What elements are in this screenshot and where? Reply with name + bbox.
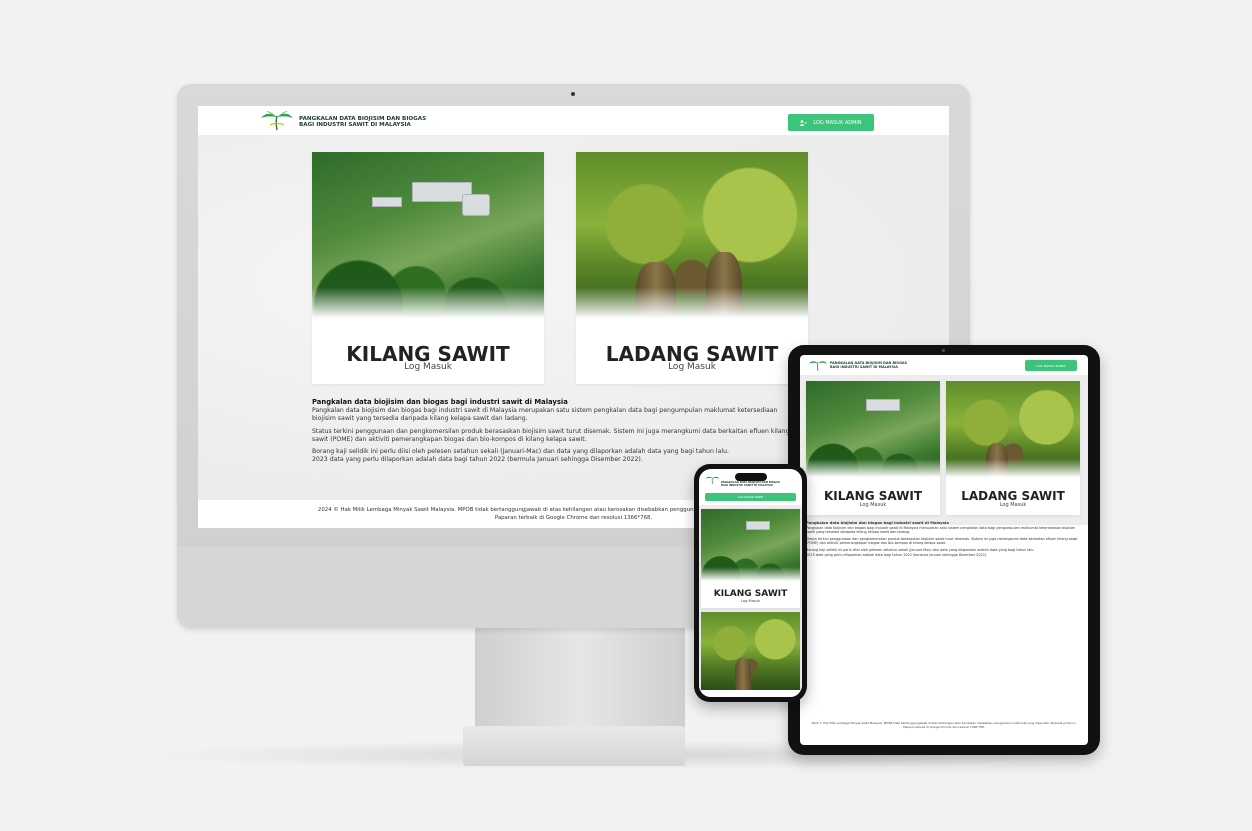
palm-tree-image: [946, 381, 1080, 485]
palm-tree-image: [701, 612, 800, 690]
tablet-camera: [942, 349, 945, 352]
factory-building: [746, 521, 770, 530]
imac-stand-foot: [463, 726, 685, 766]
phone-kilang-login[interactable]: Log Masuk: [701, 599, 800, 603]
palm-tree-image: [576, 152, 808, 332]
phone-kilang-card[interactable]: KILANG SAWIT Log Masuk: [701, 509, 800, 608]
site-title-line2: BAGI INDUSTRI SAWIT DI MALAYSIA: [299, 122, 411, 128]
tablet-body: KILANG SAWIT Log Masuk LADANG SAWIT Log …: [800, 375, 1088, 525]
user-key-icon: [800, 119, 808, 126]
tablet-title-line2: BAGI INDUSTRI SAWIT DI MALAYSIA: [830, 365, 898, 369]
kilang-sawit-card[interactable]: KILANG SAWIT Log Masuk: [312, 152, 544, 384]
description-paragraph-3: Borang kaji selidik ini perlu diisi oleh…: [312, 448, 792, 464]
factory-building: [866, 399, 900, 411]
tablet-description-p2: Status terkini penggunaan dan pengkomers…: [806, 536, 1078, 546]
camera-dot: [571, 92, 575, 96]
admin-login-button[interactable]: LOG MASUK ADMIN: [788, 114, 874, 131]
factory-silo: [462, 194, 490, 216]
kilang-sawit-login[interactable]: Log Masuk: [312, 362, 544, 372]
tablet-kilang-login[interactable]: Log Masuk: [806, 502, 940, 508]
palm-leaf-logo-icon[interactable]: [705, 475, 720, 485]
tablet-ladang-card[interactable]: LADANG SAWIT Log Masuk: [946, 381, 1080, 515]
phone-site-title: PANGKALAN DATA BIOJISIM DAN BIOGAS BAGI …: [721, 481, 799, 487]
description-paragraph-1: Pangkalan data biojisim dan biogas bagi …: [312, 407, 778, 423]
tablet-admin-login-button[interactable]: LOG MASUK ADMIN: [1025, 360, 1077, 371]
description-section: Pangkalan data biojisim dan biogas bagi …: [312, 398, 792, 468]
tablet-website: PANGKALAN DATA BIOJISIM DAN BIOGAS BAGI …: [800, 355, 1088, 745]
tablet-ladang-login[interactable]: Log Masuk: [946, 502, 1080, 508]
palm-leaf-logo-icon[interactable]: [808, 359, 828, 372]
description-paragraph-2: Status terkini penggunaan dan pengkomers…: [312, 427, 790, 443]
description-heading: Pangkalan data biojisim dan biogas bagi …: [312, 398, 568, 406]
image-fade: [576, 287, 808, 332]
tablet-footer: 2024 © Hak Milik Lembaga Minyak Sawit Ma…: [806, 721, 1082, 729]
phone-title-line2: BAGI INDUSTRI SAWIT DI MALAYSIA: [721, 484, 773, 487]
factory-aerial-image: [701, 509, 800, 587]
tablet-footer-browser-note: Paparan terbaik di Google Chrome dan res…: [903, 725, 985, 729]
tablet-site-title: PANGKALAN DATA BIOJISIM DAN BIOGAS BAGI …: [830, 361, 907, 369]
palm-trunk: [735, 658, 751, 690]
phone-notch: [735, 473, 767, 481]
tablet-description-p4: 2023 data yang perlu dilaporkan adalah d…: [806, 552, 988, 557]
description-paragraph-3-line1: Borang kaji selidik ini perlu diisi oleh…: [312, 448, 729, 456]
image-fade: [806, 459, 940, 485]
phone-admin-login-button[interactable]: LOG MASUK ADMIN: [705, 493, 796, 501]
phone-admin-login-label: LOG MASUK ADMIN: [737, 495, 764, 499]
image-fade: [946, 459, 1080, 485]
tablet-description: Pangkalan data biojisim dan biogas bagi …: [806, 520, 1078, 557]
description-paragraph-3-line2: 2023 data yang perlu dilaporkan adalah d…: [312, 456, 643, 464]
tablet-ladang-title: LADANG SAWIT: [961, 489, 1065, 503]
tablet-description-p1: Pangkalan data biojisim dan biogas bagi …: [806, 525, 1076, 535]
image-fade: [701, 567, 800, 587]
image-fade: [312, 287, 544, 332]
phone-body: KILANG SAWIT Log Masuk: [699, 505, 802, 697]
site-header: PANGKALAN DATA BIOJISIM DAN BIOGAS BAGI …: [198, 106, 949, 136]
palm-leaf-logo-icon[interactable]: [260, 110, 294, 132]
site-title: PANGKALAN DATA BIOJISIM DAN BIOGAS BAGI …: [299, 116, 426, 128]
phone-kilang-title: KILANG SAWIT: [713, 589, 788, 599]
factory-tank: [372, 197, 402, 207]
tablet-admin-login-label: LOG MASUK ADMIN: [1036, 363, 1066, 368]
ladang-sawit-login[interactable]: Log Masuk: [576, 362, 808, 372]
factory-aerial-image: [806, 381, 940, 485]
ladang-sawit-card[interactable]: LADANG SAWIT Log Masuk: [576, 152, 808, 384]
phone-frame: PANGKALAN DATA BIOJISIM DAN BIOGAS BAGI …: [694, 464, 807, 702]
factory-aerial-image: [312, 152, 544, 332]
imac-stand-neck: [475, 628, 685, 728]
tablet-kilang-card[interactable]: KILANG SAWIT Log Masuk: [806, 381, 940, 515]
tablet-frame: PANGKALAN DATA BIOJISIM DAN BIOGAS BAGI …: [788, 345, 1100, 755]
phone-ladang-card[interactable]: [701, 612, 800, 697]
admin-login-label: LOG MASUK ADMIN: [813, 119, 862, 126]
mockup-stage: PANGKALAN DATA BIOJISIM DAN BIOGAS BAGI …: [0, 0, 1252, 831]
phone-website: PANGKALAN DATA BIOJISIM DAN BIOGAS BAGI …: [699, 469, 802, 697]
tablet-kilang-title: KILANG SAWIT: [823, 489, 923, 503]
